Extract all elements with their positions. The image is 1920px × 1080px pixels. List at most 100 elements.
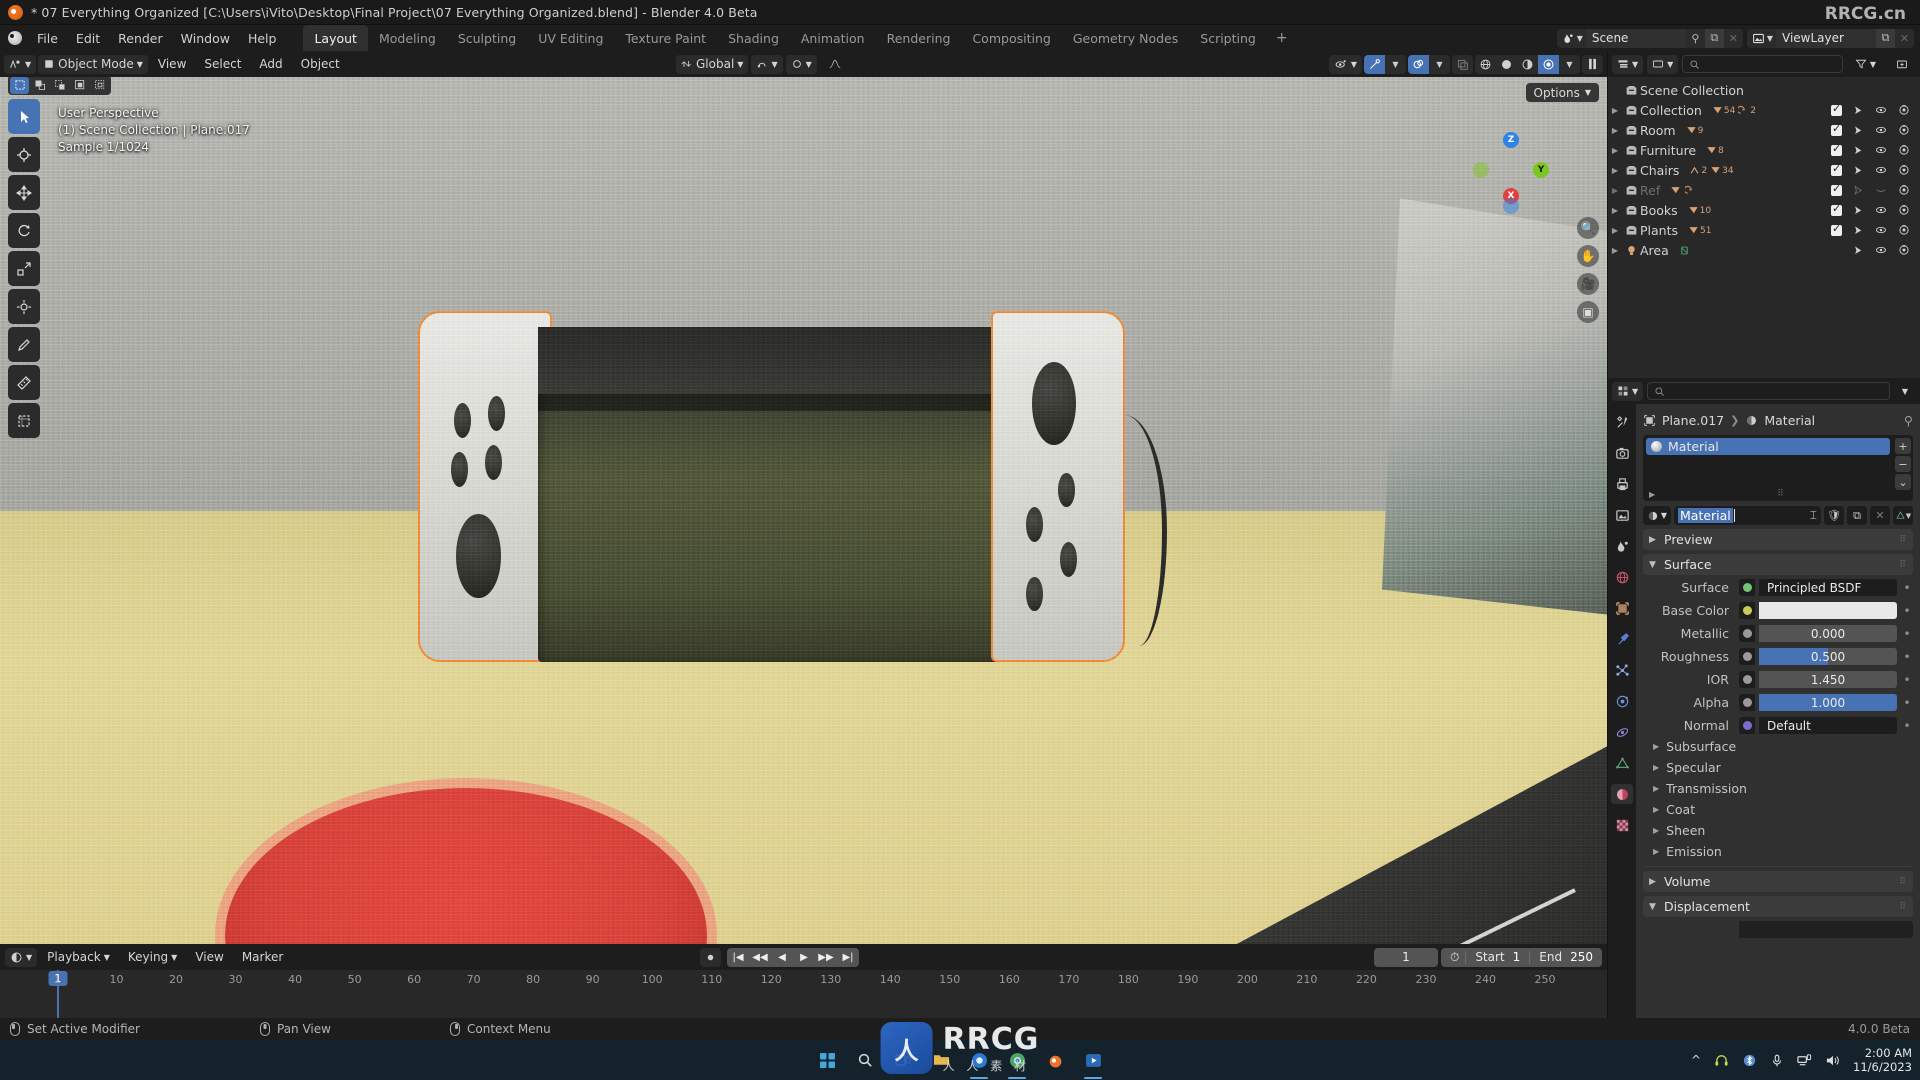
outliner-hide-viewport-icon[interactable] bbox=[1875, 124, 1887, 136]
outliner-checkbox[interactable] bbox=[1831, 142, 1842, 156]
use-preview-range-icon[interactable]: ⏱ bbox=[1441, 950, 1465, 965]
pan-hand-icon[interactable]: ✋ bbox=[1577, 245, 1599, 267]
solid-shading-icon[interactable] bbox=[1496, 55, 1517, 74]
surface-row-socket[interactable] bbox=[1739, 579, 1755, 596]
object-mode-dropdown[interactable]: Object Mode ▼ bbox=[38, 54, 148, 74]
headset-icon[interactable] bbox=[1714, 1053, 1729, 1068]
end-frame-value[interactable]: 250 bbox=[1568, 950, 1602, 964]
outliner-row-room[interactable]: ▶ Room 9 bbox=[1608, 120, 1920, 140]
outliner-hide-viewport-icon[interactable] bbox=[1875, 104, 1887, 116]
outliner-selectable-icon[interactable] bbox=[1853, 225, 1864, 236]
surface-row-animate-icon[interactable]: • bbox=[1901, 604, 1913, 618]
surface-row-animate-icon[interactable]: • bbox=[1901, 650, 1913, 664]
volume-icon[interactable] bbox=[1825, 1053, 1840, 1068]
tool-annotate[interactable] bbox=[8, 327, 40, 362]
tool-rotate[interactable] bbox=[8, 213, 40, 248]
outliner-disclosure-triangle[interactable]: ▶ bbox=[1608, 246, 1622, 255]
panel-preview[interactable]: ▶ Preview ⠿ bbox=[1643, 529, 1913, 550]
chrome-icon[interactable] bbox=[1004, 1047, 1030, 1079]
outliner-disable-render-icon[interactable] bbox=[1898, 104, 1910, 116]
toggle-ortho-icon[interactable]: ▣ bbox=[1577, 301, 1599, 323]
gizmo-dropdown-icon[interactable]: ▼ bbox=[1385, 55, 1406, 74]
tab-scene[interactable] bbox=[1611, 536, 1633, 556]
material-slot-specials-button[interactable]: ⌄ bbox=[1895, 474, 1911, 490]
scene-name[interactable]: Scene bbox=[1585, 28, 1686, 48]
outliner-row-books[interactable]: ▶ Books 10 bbox=[1608, 200, 1920, 220]
outliner-checkbox[interactable] bbox=[1831, 122, 1842, 136]
outliner-row-area[interactable]: ▶ Area bbox=[1608, 240, 1920, 260]
show-gizmo-icon[interactable] bbox=[1364, 54, 1385, 74]
tab-particles[interactable] bbox=[1611, 660, 1633, 680]
falloff-curve-icon[interactable] bbox=[820, 55, 850, 74]
outliner-hide-viewport-icon[interactable] bbox=[1875, 184, 1887, 196]
outliner-tree[interactable]: Scene Collection ▶Collection542▶Room9▶Fu… bbox=[1608, 77, 1920, 378]
tab-tool[interactable] bbox=[1611, 412, 1633, 432]
tab-object[interactable] bbox=[1611, 598, 1633, 618]
shading-dropdown-icon[interactable]: ▼ bbox=[1559, 55, 1580, 74]
visibility-filter-dropdown[interactable]: ▼ bbox=[1328, 54, 1362, 74]
pause-render-button[interactable] bbox=[1582, 54, 1603, 74]
outliner-disclosure-triangle[interactable]: ▶ bbox=[1608, 186, 1622, 195]
tab-constraints[interactable] bbox=[1611, 722, 1633, 742]
outliner-selectable-icon[interactable] bbox=[1853, 145, 1864, 156]
editor-type-button[interactable]: ▼ bbox=[4, 54, 37, 74]
delete-scene-icon[interactable]: ✕ bbox=[1724, 29, 1743, 48]
surface-row-animate-icon[interactable]: • bbox=[1901, 696, 1913, 710]
tab-scripting[interactable]: Scripting bbox=[1189, 25, 1267, 51]
subpanel-emission[interactable]: ▶ Emission bbox=[1643, 841, 1913, 862]
proportional-editing-toggle[interactable]: ▼ bbox=[785, 54, 817, 74]
outliner-checkbox[interactable] bbox=[1831, 222, 1842, 236]
outliner-checkbox[interactable] bbox=[1831, 202, 1842, 216]
tool-cursor[interactable] bbox=[8, 137, 40, 172]
surface-row-socket[interactable] bbox=[1739, 717, 1755, 734]
show-overlays-icon[interactable] bbox=[1408, 54, 1429, 74]
network-icon[interactable] bbox=[1797, 1053, 1812, 1068]
menu-help[interactable]: Help bbox=[239, 28, 286, 49]
outliner-disable-render-icon[interactable] bbox=[1898, 124, 1910, 136]
outliner-row-plants[interactable]: ▶ Plants 51 bbox=[1608, 220, 1920, 240]
surface-row-value[interactable]: Principled BSDF bbox=[1759, 579, 1897, 596]
panel-surface[interactable]: ▼ Surface ⠿ bbox=[1643, 554, 1913, 575]
zoom-icon[interactable]: 🔍 bbox=[1577, 217, 1599, 239]
timeline-ruler[interactable]: 1 1 10 20 30 40 50 60 70 80 90 100 110 120 130 140 150 1… bbox=[0, 970, 1607, 1018]
material-link-dropdown[interactable]: ▼ bbox=[1893, 506, 1913, 525]
viewport-3d-canvas[interactable]: User Perspective (1) Scene Collection | … bbox=[0, 77, 1607, 944]
select-extend-icon[interactable] bbox=[30, 77, 49, 94]
select-invert-icon[interactable] bbox=[70, 77, 89, 94]
navigation-gizmo[interactable]: Z Y X bbox=[1473, 132, 1549, 214]
outliner-disclosure-triangle[interactable]: ▶ bbox=[1608, 206, 1622, 215]
overlay-dropdown-icon[interactable]: ▼ bbox=[1429, 55, 1450, 74]
outliner-disclosure-triangle[interactable]: ▶ bbox=[1608, 126, 1622, 135]
outliner-selectable-icon[interactable] bbox=[1853, 245, 1864, 256]
tab-render[interactable] bbox=[1611, 443, 1633, 463]
tool-scale[interactable] bbox=[8, 251, 40, 286]
surface-row-animate-icon[interactable]: • bbox=[1901, 581, 1913, 595]
timeline-menu-keying[interactable]: Keying ▼ bbox=[120, 948, 185, 967]
outliner-disable-render-icon[interactable] bbox=[1898, 224, 1910, 236]
previous-keyframe-button[interactable]: ◀◀ bbox=[749, 948, 771, 967]
surface-row-socket[interactable] bbox=[1739, 625, 1755, 642]
outliner-disclosure-triangle[interactable]: ▶ bbox=[1608, 146, 1622, 155]
outliner-disable-render-icon[interactable] bbox=[1898, 144, 1910, 156]
outliner-selectable-icon[interactable] bbox=[1853, 184, 1864, 196]
rendered-shading-icon[interactable] bbox=[1538, 54, 1559, 74]
delete-viewlayer-icon[interactable]: ✕ bbox=[1895, 29, 1914, 48]
tab-sculpting[interactable]: Sculpting bbox=[447, 25, 527, 51]
subpanel-subsurface[interactable]: ▶ Subsurface bbox=[1643, 736, 1913, 757]
subpanel-coat[interactable]: ▶ Coat bbox=[1643, 799, 1913, 820]
play-button[interactable]: ▶ bbox=[793, 948, 815, 967]
outliner-checkbox[interactable] bbox=[1831, 182, 1842, 196]
outliner-hide-viewport-icon[interactable] bbox=[1875, 144, 1887, 156]
add-material-slot-button[interactable]: + bbox=[1895, 438, 1911, 454]
surface-row-animate-icon[interactable]: • bbox=[1901, 627, 1913, 641]
outliner-display-mode-button[interactable]: ▼ bbox=[1647, 54, 1679, 74]
start-frame-value[interactable]: 1 bbox=[1511, 950, 1530, 964]
tool-add-cube[interactable] bbox=[8, 403, 40, 438]
outliner-checkbox[interactable] bbox=[1831, 162, 1842, 176]
outliner-row-collection[interactable]: ▶ Collection 54 2 bbox=[1608, 100, 1920, 120]
gizmo-axis-z[interactable]: Z bbox=[1503, 132, 1519, 148]
properties-editor-type-button[interactable]: ▼ bbox=[1612, 381, 1644, 401]
outliner-hide-viewport-icon[interactable] bbox=[1875, 164, 1887, 176]
tab-animation[interactable]: Animation bbox=[790, 25, 876, 51]
fake-user-button[interactable]: 🛡 bbox=[1824, 506, 1844, 525]
